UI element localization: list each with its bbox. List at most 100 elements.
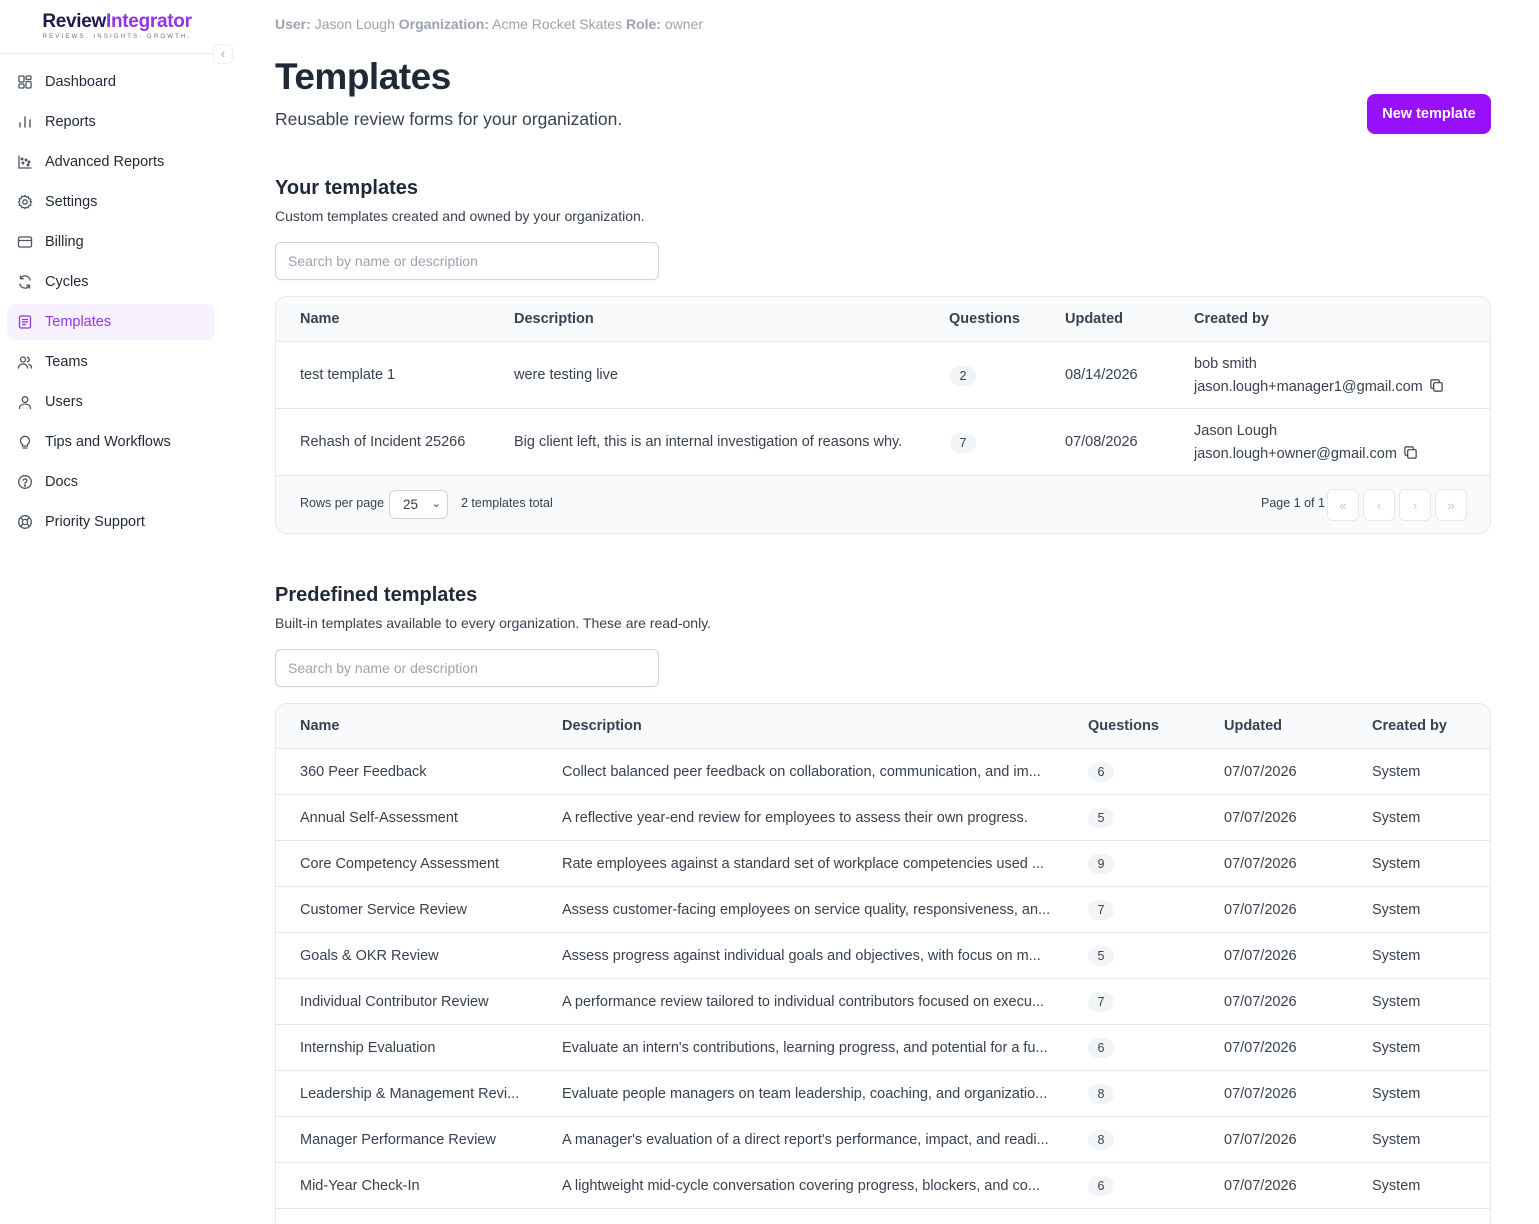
first-page-button[interactable]: « <box>1327 489 1359 521</box>
last-page-button[interactable]: » <box>1435 489 1467 521</box>
created-by: System <box>1372 1040 1421 1056</box>
column-header-description[interactable]: Description <box>562 718 642 734</box>
scatter-chart-icon <box>17 154 33 170</box>
updated-date: 07/07/2026 <box>1224 856 1297 872</box>
sidebar-item-cycles[interactable]: Cycles <box>7 264 215 300</box>
sidebar-item-label: Priority Support <box>45 514 145 530</box>
sidebar-item-label: Reports <box>45 114 96 130</box>
refresh-icon <box>17 274 33 290</box>
sidebar-item-settings[interactable]: Settings <box>7 184 215 220</box>
table-row[interactable]: Goals & OKR Review Assess progress agains… <box>276 933 1490 979</box>
questions-count-badge: 7 <box>1088 992 1114 1012</box>
sidebar-item-tips-and-workflows[interactable]: Tips and Workflows <box>7 424 215 460</box>
brand-tagline: REVIEWS. INSIGHTS. GROWTH. <box>42 34 192 40</box>
updated-date: 07/07/2026 <box>1224 764 1297 780</box>
template-name[interactable]: Goals & OKR Review <box>300 948 540 964</box>
copy-icon[interactable] <box>1403 445 1418 460</box>
bar-chart-icon <box>17 114 33 130</box>
sidebar-item-advanced-reports[interactable]: Advanced Reports <box>7 144 215 180</box>
sidebar-item-label: Settings <box>45 194 98 210</box>
sidebar-item-priority-support[interactable]: Priority Support <box>7 504 215 540</box>
next-page-button[interactable]: › <box>1399 489 1431 521</box>
template-name[interactable]: Mid-Year Check-In <box>300 1178 540 1194</box>
role-label: Role: <box>625 16 661 32</box>
template-name[interactable]: Annual Self-Assessment <box>300 810 540 826</box>
dashboard-icon <box>17 74 33 90</box>
brand-logo[interactable]: ReviewIntegrator REVIEWS. INSIGHTS. GROW… <box>0 0 234 54</box>
updated-date: 07/07/2026 <box>1224 948 1297 964</box>
creator-name: bob smith <box>1194 356 1257 372</box>
table-row[interactable]: test template 1 were testing live 2 08/1… <box>276 342 1490 409</box>
created-by: System <box>1372 1086 1421 1102</box>
sidebar-item-reports[interactable]: Reports <box>7 104 215 140</box>
questions-count-badge: 7 <box>1088 900 1114 920</box>
table-row[interactable]: Leadership & Management Revi... Evaluate … <box>276 1071 1490 1117</box>
table-header: Name Description Questions Updated Creat… <box>276 297 1490 342</box>
template-name[interactable]: Leadership & Management Revi... <box>300 1086 540 1102</box>
column-header-name[interactable]: Name <box>300 718 340 734</box>
user-icon <box>17 394 33 410</box>
updated-date: 08/14/2026 <box>1065 367 1138 383</box>
table-row[interactable]: 360 Peer Feedback Collect balanced peer f… <box>276 749 1490 795</box>
column-header-created-by[interactable]: Created by <box>1194 311 1269 327</box>
template-name[interactable]: Core Competency Assessment <box>300 856 540 872</box>
rows-per-page-value: 25 <box>403 497 419 512</box>
column-header-questions[interactable]: Questions <box>1088 718 1159 734</box>
org-value: Acme Rocket Skates <box>492 16 623 32</box>
credit-card-icon <box>17 234 33 250</box>
gear-icon <box>17 194 33 210</box>
template-description: A performance review tailored to individ… <box>562 994 1044 1010</box>
user-label: User: <box>275 16 311 32</box>
table-row[interactable]: Annual Self-Assessment A reflective year-… <box>276 795 1490 841</box>
table-row[interactable]: Rehash of Incident 25266 Big client left… <box>276 409 1490 476</box>
questions-count-badge: 8 <box>1088 1084 1114 1104</box>
sidebar-item-label: Teams <box>45 354 88 370</box>
table-row[interactable]: Individual Contributor Review A performan… <box>276 979 1490 1025</box>
predefined-templates-title: Predefined templates <box>275 584 478 606</box>
template-name[interactable]: 360 Peer Feedback <box>300 764 540 780</box>
column-header-created-by[interactable]: Created by <box>1372 718 1447 734</box>
template-name[interactable]: Manager Performance Review <box>300 1132 540 1148</box>
column-header-updated[interactable]: Updated <box>1224 718 1282 734</box>
updated-date: 07/07/2026 <box>1224 902 1297 918</box>
table-row[interactable]: Core Competency Assessment Rate employees… <box>276 841 1490 887</box>
table-row[interactable]: Mid-Year Check-In A lightweight mid-cycle… <box>276 1163 1490 1209</box>
copy-icon[interactable] <box>1429 378 1444 393</box>
rows-per-page-label: Rows per page <box>300 496 385 510</box>
creator-email: jason.lough+owner@gmail.com <box>1194 445 1418 462</box>
template-name[interactable]: Internship Evaluation <box>300 1040 540 1056</box>
column-header-name[interactable]: Name <box>300 311 340 327</box>
predefined-templates-search-input[interactable] <box>275 649 659 687</box>
column-header-questions[interactable]: Questions <box>949 311 1020 327</box>
column-header-description[interactable]: Description <box>514 311 594 327</box>
template-name[interactable]: Individual Contributor Review <box>300 994 540 1010</box>
sidebar-item-templates[interactable]: Templates <box>7 304 215 340</box>
your-templates-search-input[interactable] <box>275 242 659 280</box>
collapse-sidebar-button[interactable]: ‹ <box>213 44 233 64</box>
rows-per-page-select[interactable]: 25 ⌄ <box>389 490 448 519</box>
your-templates-title: Your templates <box>275 177 418 199</box>
sidebar-item-dashboard[interactable]: Dashboard <box>7 64 215 100</box>
questions-count-badge: 9 <box>1088 854 1114 874</box>
user-value: Jason Lough <box>314 16 395 32</box>
sidebar-item-docs[interactable]: Docs <box>7 464 215 500</box>
brand-name-part1: Review <box>42 11 106 32</box>
template-description: Assess progress against individual goals… <box>562 948 1041 964</box>
updated-date: 07/07/2026 <box>1224 1178 1297 1194</box>
sidebar-item-users[interactable]: Users <box>7 384 215 420</box>
table-row[interactable]: Manager Performance Review A manager's ev… <box>276 1117 1490 1163</box>
template-name[interactable]: Rehash of Incident 25266 <box>300 434 465 450</box>
sidebar-item-billing[interactable]: Billing <box>7 224 215 260</box>
template-name[interactable]: Customer Service Review <box>300 902 540 918</box>
column-header-updated[interactable]: Updated <box>1065 311 1123 327</box>
updated-date: 07/07/2026 <box>1224 1086 1297 1102</box>
table-row[interactable]: Internship Evaluation Evaluate an intern'… <box>276 1025 1490 1071</box>
new-template-button[interactable]: New template <box>1367 94 1491 134</box>
previous-page-button[interactable]: ‹ <box>1363 489 1395 521</box>
table-row[interactable]: Customer Service Review Assess customer-f… <box>276 887 1490 933</box>
template-name[interactable]: test template 1 <box>300 367 395 383</box>
lightbulb-icon <box>17 434 33 450</box>
updated-date: 07/07/2026 <box>1224 1040 1297 1056</box>
sidebar-item-teams[interactable]: Teams <box>7 344 215 380</box>
sidebar: ReviewIntegrator REVIEWS. INSIGHTS. GROW… <box>0 0 234 1224</box>
